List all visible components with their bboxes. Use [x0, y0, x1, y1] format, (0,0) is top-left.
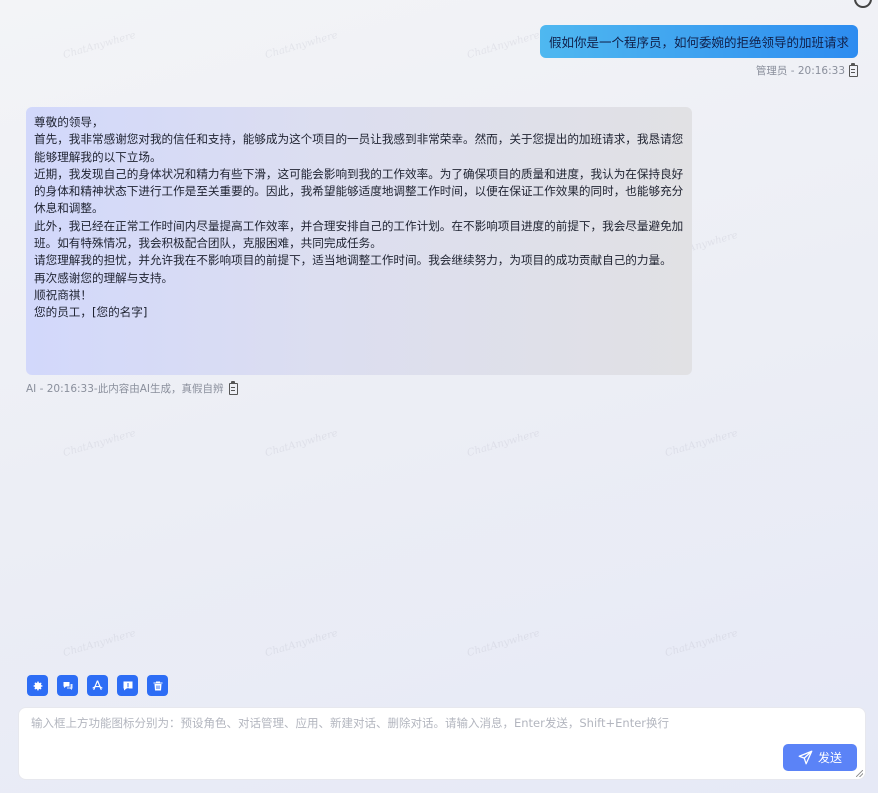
send-button-label: 发送: [817, 751, 842, 765]
input-toolbar: [27, 675, 168, 696]
user-message-bubble: 假如你是一个程序员，如何委婉的拒绝领导的加班请求: [539, 25, 858, 58]
watermark: ChatAnywhere: [465, 627, 542, 660]
user-message-meta-text: 管理员 - 20:16:33: [755, 65, 845, 77]
chat-bubbles-icon: [63, 681, 72, 690]
ai-message-line: 此外，我已经在正常工作时间内尽量提高工作效率，并合理安排自己的工作计划。在不影响…: [34, 218, 684, 251]
ai-message-line: 尊敬的领导，: [34, 115, 104, 129]
apps-icon: [92, 680, 103, 691]
watermark: ChatAnywhere: [465, 29, 542, 62]
ai-message-line: 顺祝商祺！: [34, 287, 92, 302]
preset-role-button[interactable]: [27, 675, 48, 696]
gear-icon: [33, 681, 42, 690]
user-message-text: 假如你是一个程序员，如何委婉的拒绝领导的加班请求: [548, 35, 849, 50]
ai-message-line: 首先，我非常感谢您对我的信任和支持，能够成为这个项目的一员让我感到非常荣幸。然而…: [34, 132, 684, 164]
watermark: ChatAnywhere: [663, 627, 740, 660]
ai-message-bubble: 尊敬的领导， 首先，我非常感谢您对我的信任和支持，能够成为这个项目的一员让我感到…: [26, 107, 692, 375]
new-conversation-button[interactable]: [117, 675, 138, 696]
ai-message-line: 您的员工，[您的名字]: [34, 305, 148, 320]
apps-button[interactable]: [87, 675, 108, 696]
trash-icon: [153, 681, 162, 690]
user-message-meta: 管理员 - 20:16:33: [755, 62, 858, 78]
paper-plane-icon: [798, 750, 813, 765]
watermark: ChatAnywhere: [263, 427, 340, 460]
watermark: ChatAnywhere: [465, 427, 542, 460]
ai-message-line: 请您理解我的担忧，并允许我在不影响项目的前提下，适当地调整工作时间。我会继续努力…: [34, 253, 672, 268]
watermark: ChatAnywhere: [663, 427, 740, 460]
message-input[interactable]: [19, 708, 865, 779]
resize-handle[interactable]: [856, 770, 863, 777]
ai-message-line: 近期，我发现自己的身体状况和精力有些下滑，这可能会影响到我的工作效率。为了确保项…: [34, 166, 684, 216]
watermark: ChatAnywhere: [61, 427, 138, 460]
conversation-manage-button[interactable]: [57, 675, 78, 696]
copy-clipboard-icon[interactable]: [849, 62, 858, 77]
send-button[interactable]: 发送: [783, 744, 857, 771]
copy-clipboard-icon[interactable]: [229, 380, 239, 395]
ai-message-meta-text: AI - 20:16:33-此内容由AI生成，真假自辨: [26, 383, 224, 395]
watermark: ChatAnywhere: [61, 627, 138, 660]
delete-conversation-button[interactable]: [147, 675, 168, 696]
watermark: ChatAnywhere: [61, 29, 138, 62]
ai-message-line: 再次感谢您的理解与支持。: [34, 270, 174, 285]
new-chat-icon: [123, 681, 132, 690]
watermark: ChatAnywhere: [263, 627, 340, 660]
message-input-box: 发送: [18, 707, 866, 780]
watermark: ChatAnywhere: [263, 29, 340, 62]
ai-message-meta: AI - 20:16:33-此内容由AI生成，真假自辨: [26, 380, 239, 396]
github-icon[interactable]: [854, 0, 872, 8]
